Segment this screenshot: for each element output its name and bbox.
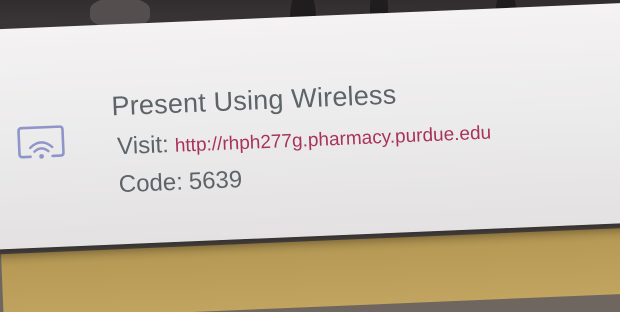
visit-row: Visit: http://rhph277g.pharmacy.purdue.ed… (117, 118, 492, 162)
visit-label: Visit: (116, 131, 170, 161)
code-label: Code: (118, 168, 184, 199)
code-value: 5639 (188, 166, 243, 196)
wireless-display-icon (17, 125, 65, 159)
visit-url: http://rhph277g.pharmacy.purdue.edu (174, 122, 492, 157)
code-row: Code: 5639 (118, 166, 243, 199)
instruction-content: Present Using Wireless Visit: http://rhph… (0, 0, 620, 312)
photo-scene: Present Using Wireless Visit: http://rhph… (0, 0, 620, 312)
panel-title: Present Using Wireless (110, 79, 397, 122)
